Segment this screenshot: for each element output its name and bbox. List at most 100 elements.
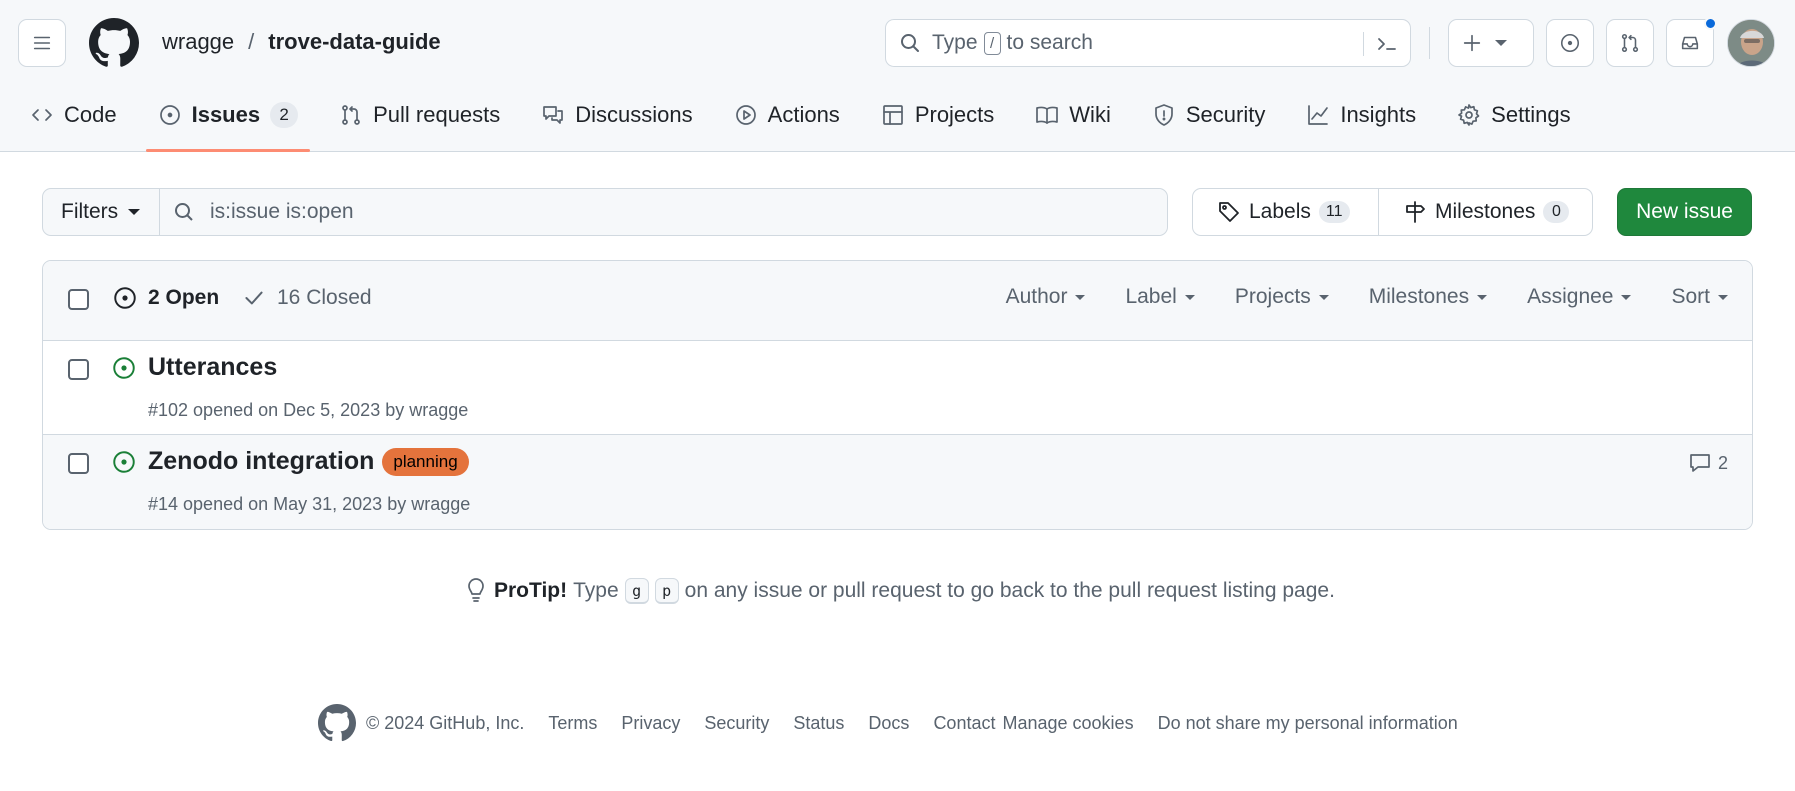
issue-opened-icon: [113, 357, 135, 379]
search-shortcut-key: /: [983, 31, 1001, 55]
tab-settings[interactable]: Settings: [1445, 86, 1583, 144]
open-issues-toggle[interactable]: 2 Open: [112, 285, 219, 311]
table-icon: [882, 105, 903, 125]
search-prefix: Type: [932, 31, 978, 54]
projects-filter-dropdown[interactable]: Projects: [1235, 285, 1329, 309]
search-suffix: to search: [1006, 31, 1093, 54]
tab-wiki[interactable]: Wiki: [1023, 86, 1123, 144]
chevron-down-icon: [128, 209, 141, 215]
chevron-down-icon: [1477, 294, 1488, 300]
tab-discussions[interactable]: Discussions: [529, 86, 704, 144]
git-pull-request-icon: [342, 105, 360, 125]
user-avatar-icon: [1728, 20, 1774, 66]
issue-meta: #102 opened on Dec 5, 2023 by wragge: [148, 400, 469, 420]
tab-code[interactable]: Code: [18, 86, 129, 144]
tab-projects[interactable]: Projects: [869, 86, 1006, 144]
tab-wiki-label: Wiki: [1069, 102, 1111, 127]
footer-link-docs[interactable]: Docs: [868, 713, 909, 734]
issue-search-input[interactable]: [210, 200, 1110, 224]
tab-settings-label: Settings: [1491, 102, 1571, 127]
tab-pull-requests-label: Pull requests: [373, 102, 501, 127]
labels-button[interactable]: Labels 11: [1193, 189, 1379, 235]
footer-link-contact[interactable]: Contact: [933, 713, 995, 734]
github-logo-icon[interactable]: [89, 18, 139, 68]
book-icon: [1036, 106, 1059, 124]
repo-navigation: Code Issues 2 Pull requests Discussions …: [18, 86, 1600, 152]
milestone-icon: [1406, 201, 1425, 223]
chevron-down-icon: [1075, 294, 1086, 300]
label-filter-dropdown[interactable]: Label: [1125, 285, 1195, 309]
global-search-input[interactable]: Type / to search: [885, 19, 1411, 67]
breadcrumb: wragge / trove-data-guide: [162, 29, 441, 55]
author-filter-dropdown[interactable]: Author: [1006, 285, 1086, 309]
sort-dropdown[interactable]: Sort: [1671, 285, 1728, 309]
issue-search-field[interactable]: [160, 189, 1167, 235]
assignee-filter-dropdown[interactable]: Assignee: [1527, 285, 1632, 309]
filters-label: Filters: [61, 200, 119, 223]
search-divider: [1363, 32, 1364, 56]
inbox-icon: [1681, 36, 1699, 50]
footer-link-manage-cookies[interactable]: Manage cookies: [1002, 713, 1133, 734]
play-icon: [735, 105, 756, 125]
issue-checkbox[interactable]: [68, 453, 89, 474]
footer-link-status[interactable]: Status: [793, 713, 844, 734]
github-logo-icon[interactable]: [318, 704, 356, 742]
issue-checkbox[interactable]: [68, 359, 89, 380]
issues-list-header: 2 Open 16 Closed Author Label Projects M…: [43, 261, 1752, 341]
your-issues-button[interactable]: [1546, 19, 1594, 67]
closed-issues-toggle[interactable]: 16 Closed: [241, 285, 372, 311]
new-issue-button[interactable]: New issue: [1617, 188, 1752, 236]
comment-icon: [1690, 454, 1710, 472]
header-divider: [1429, 27, 1430, 59]
tab-insights-label: Insights: [1340, 102, 1417, 127]
protip-text: on any issue or pull request to go back …: [684, 579, 1335, 602]
filters-dropdown[interactable]: Filters: [43, 189, 160, 235]
issue-title-link[interactable]: Utterances: [148, 353, 277, 382]
sort-label: Sort: [1671, 285, 1710, 308]
select-all-checkbox[interactable]: [68, 289, 89, 310]
milestones-button[interactable]: Milestones 0: [1379, 189, 1570, 235]
tab-projects-label: Projects: [914, 102, 995, 127]
copyright-text: © 2024 GitHub, Inc.: [366, 712, 525, 733]
footer-link-security[interactable]: Security: [704, 713, 769, 734]
menu-button[interactable]: [18, 19, 66, 67]
chevron-down-icon: [1495, 40, 1507, 46]
light-bulb-icon: [468, 578, 484, 602]
issue-title-link[interactable]: Zenodo integration: [148, 447, 374, 476]
site-footer: © 2024 GitHub, Inc. Terms Privacy Securi…: [318, 704, 1482, 742]
closed-issues-label: 16 Closed: [277, 286, 372, 309]
milestones-count: 0: [1543, 201, 1570, 223]
breadcrumb-separator: /: [248, 29, 255, 54]
list-item: Zenodo integration planning #14 opened o…: [43, 435, 1752, 529]
issues-list: 2 Open 16 Closed Author Label Projects M…: [42, 260, 1753, 530]
avatar[interactable]: [1727, 19, 1775, 67]
your-pull-requests-button[interactable]: [1606, 19, 1654, 67]
protip: ProTip! Type g p on any issue or pull re…: [464, 578, 1335, 604]
issue-comments-link[interactable]: 2: [1688, 451, 1728, 475]
command-palette-icon[interactable]: [1374, 32, 1400, 56]
tab-actions[interactable]: Actions: [722, 86, 852, 144]
protip-type-word: Type: [573, 579, 619, 602]
tab-security-label: Security: [1185, 102, 1266, 127]
issue-label-badge[interactable]: planning: [382, 447, 469, 476]
gear-icon: [1458, 104, 1480, 126]
repo-owner-link[interactable]: wragge: [162, 29, 234, 55]
footer-link-terms[interactable]: Terms: [548, 713, 597, 734]
tab-pull-requests[interactable]: Pull requests: [327, 86, 512, 144]
issue-filter-bar: Filters: [42, 188, 1168, 236]
labels-label: Labels: [1249, 200, 1311, 223]
tab-issues[interactable]: Issues 2: [145, 86, 311, 152]
milestones-filter-dropdown[interactable]: Milestones: [1369, 285, 1488, 309]
author-filter-label: Author: [1005, 285, 1068, 308]
shortcut-key-p: p: [654, 578, 679, 604]
footer-link-privacy[interactable]: Privacy: [621, 713, 680, 734]
repo-name-link[interactable]: trove-data-guide: [268, 29, 440, 55]
notification-indicator: [1704, 17, 1717, 30]
footer-link-do-not-share[interactable]: Do not share my personal information: [1158, 713, 1458, 734]
tab-security[interactable]: Security: [1140, 86, 1277, 144]
tab-insights[interactable]: Insights: [1294, 86, 1428, 144]
labels-count: 11: [1318, 201, 1350, 223]
create-new-button[interactable]: [1448, 19, 1534, 67]
milestones-label: Milestones: [1435, 200, 1536, 223]
label-filter-label: Label: [1125, 285, 1177, 308]
